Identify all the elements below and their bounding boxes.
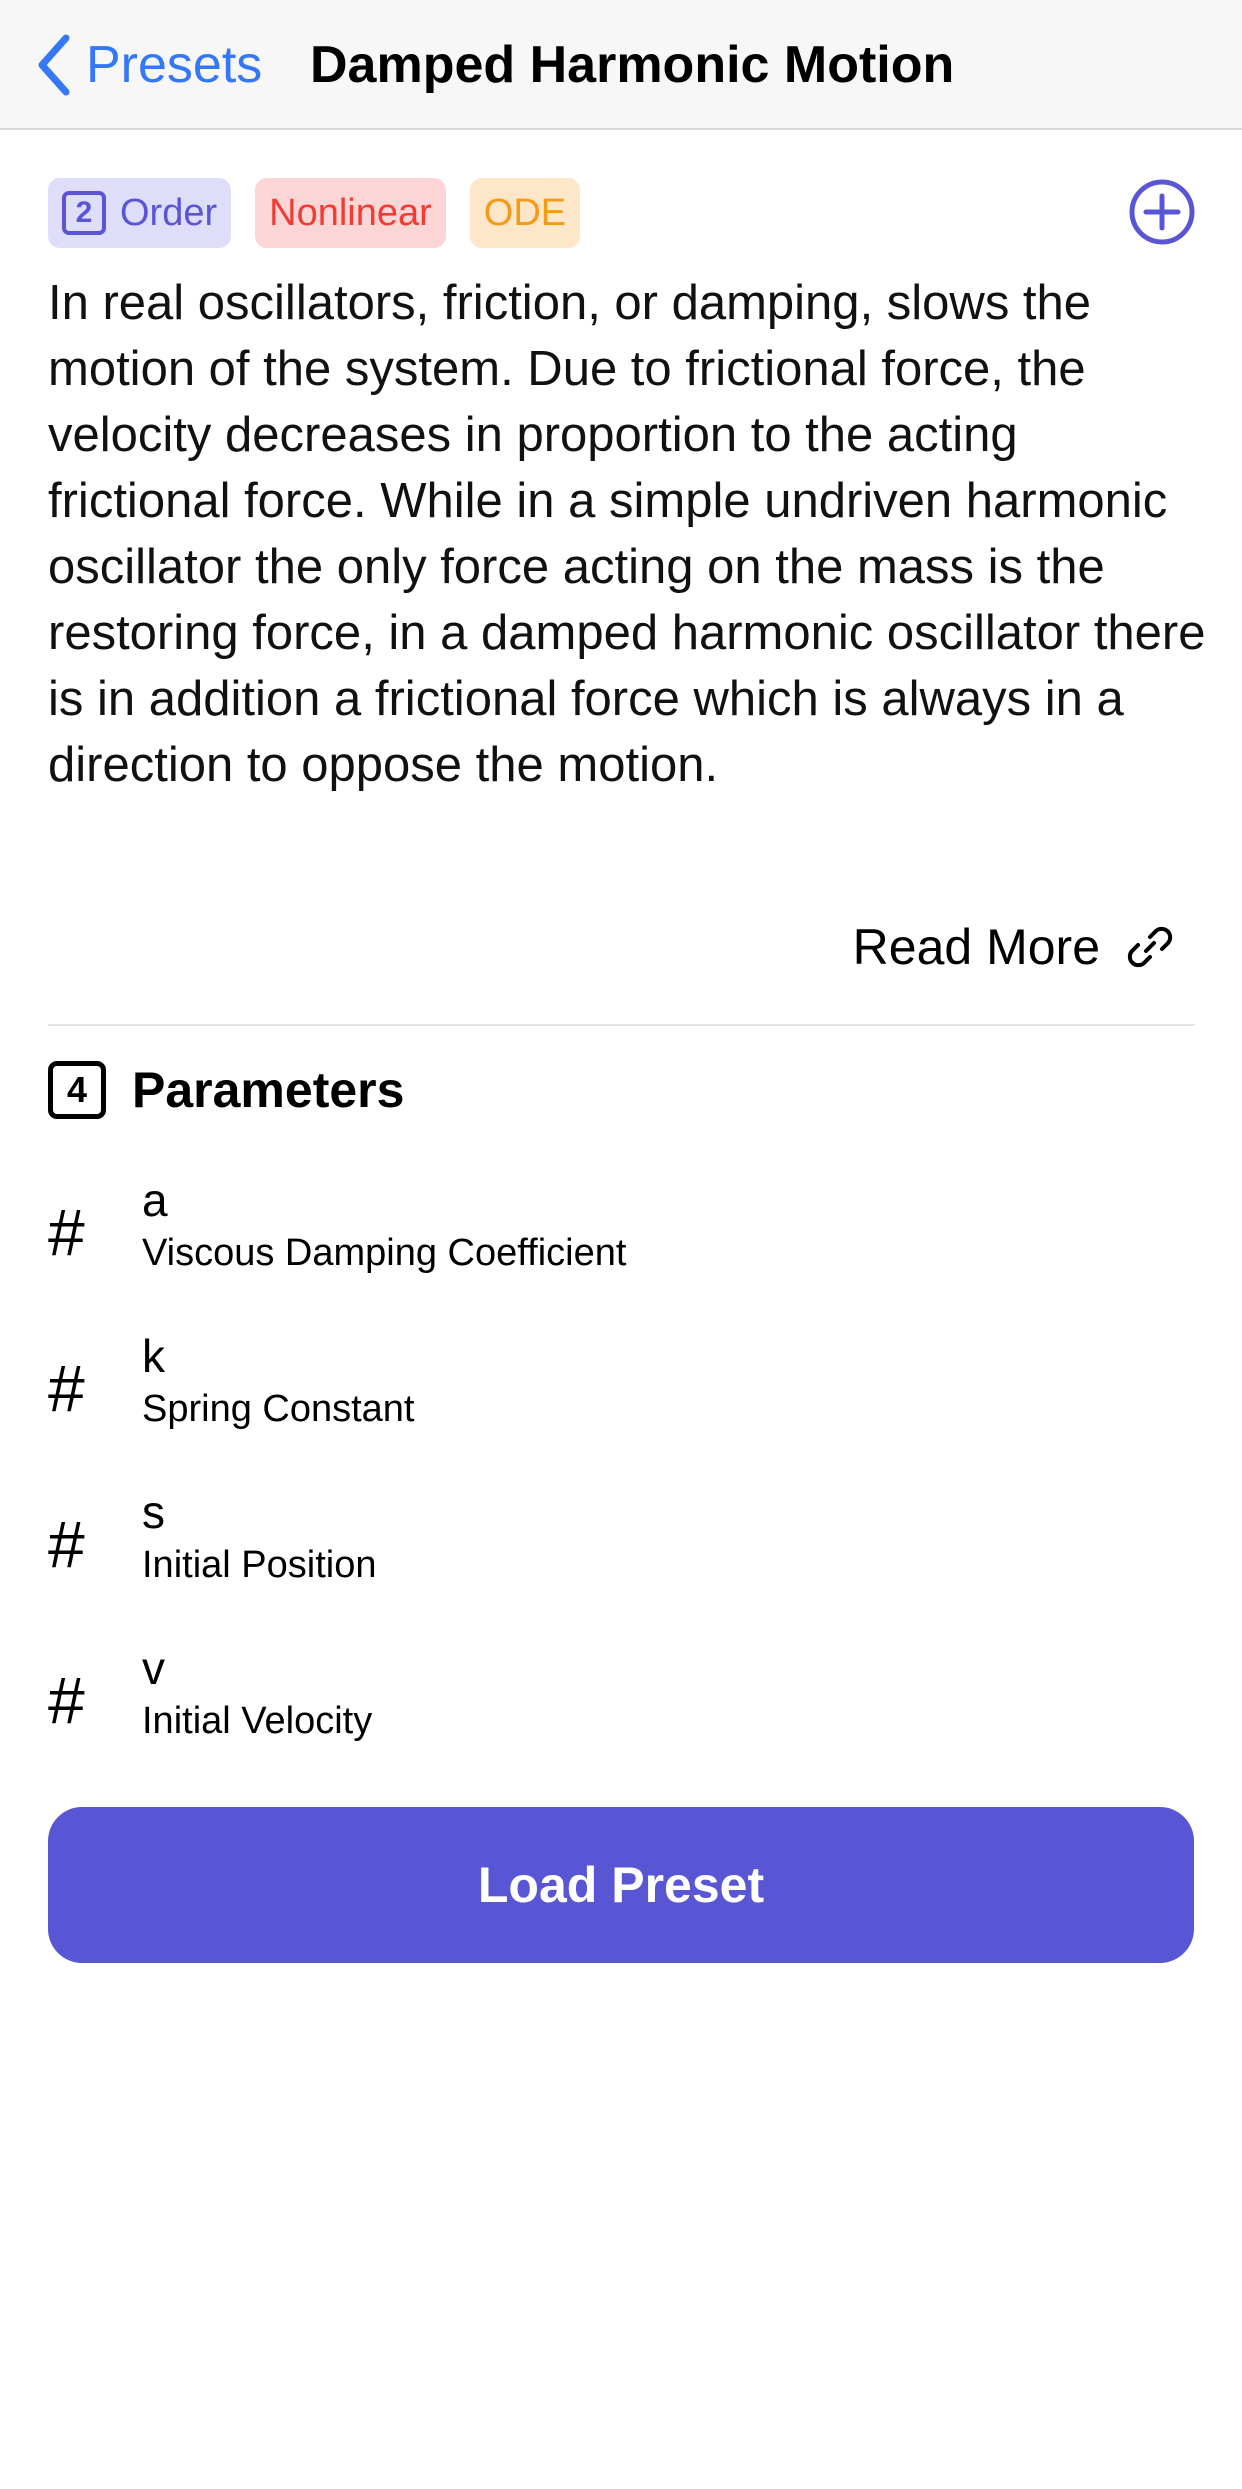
nonlinear-tag: Nonlinear <box>255 178 446 248</box>
order-tag-label: Order <box>120 191 218 234</box>
preset-description: In real oscillators, friction, or dampin… <box>48 276 1206 792</box>
ode-tag: ODE <box>469 178 581 248</box>
chevron-left-icon <box>38 34 70 96</box>
parameter-description: Initial Position <box>142 1544 377 1586</box>
parameter-description: Viscous Damping Coefficient <box>142 1232 627 1274</box>
nonlinear-tag-label: Nonlinear <box>269 191 432 234</box>
parameter-item: # a Viscous Damping Coefficient <box>48 1170 1194 1300</box>
hash-icon: # <box>48 1663 85 1737</box>
parameter-symbol: v <box>142 1642 165 1694</box>
parameter-item: # v Initial Velocity <box>48 1638 1194 1768</box>
link-icon <box>1127 926 1173 968</box>
hash-icon: # <box>48 1351 85 1425</box>
parameter-count-badge: 4 <box>48 1061 106 1119</box>
parameter-description: Initial Velocity <box>142 1700 373 1742</box>
order-tag: 2 Order <box>48 178 232 248</box>
plus-circle-icon <box>1129 179 1195 245</box>
add-button[interactable] <box>1128 178 1196 246</box>
tag-list: 2 Order Nonlinear ODE <box>48 178 581 248</box>
page-title: Damped Harmonic Motion <box>310 36 955 94</box>
parameter-item: # s Initial Position <box>48 1482 1194 1612</box>
parameter-description: Spring Constant <box>142 1388 415 1430</box>
parameters-header: 4 Parameters <box>48 1050 404 1130</box>
parameter-symbol: k <box>142 1330 165 1382</box>
ode-tag-label: ODE <box>483 191 567 234</box>
back-button[interactable]: Presets <box>36 30 262 100</box>
read-more-link[interactable]: Read More <box>853 912 1174 982</box>
parameter-item: # k Spring Constant <box>48 1326 1194 1456</box>
parameter-symbol: a <box>142 1174 168 1226</box>
order-number-badge: 2 <box>62 191 106 235</box>
navigation-bar: Presets Damped Harmonic Motion <box>0 0 1242 130</box>
back-button-label: Presets <box>86 36 263 94</box>
hash-icon: # <box>48 1507 85 1581</box>
parameters-title: Parameters <box>132 1062 405 1118</box>
section-divider <box>48 1024 1194 1026</box>
read-more-label: Read More <box>852 919 1100 975</box>
load-preset-button[interactable]: Load Preset <box>48 1807 1194 1963</box>
hash-icon: # <box>48 1195 85 1269</box>
parameter-symbol: s <box>142 1486 165 1538</box>
